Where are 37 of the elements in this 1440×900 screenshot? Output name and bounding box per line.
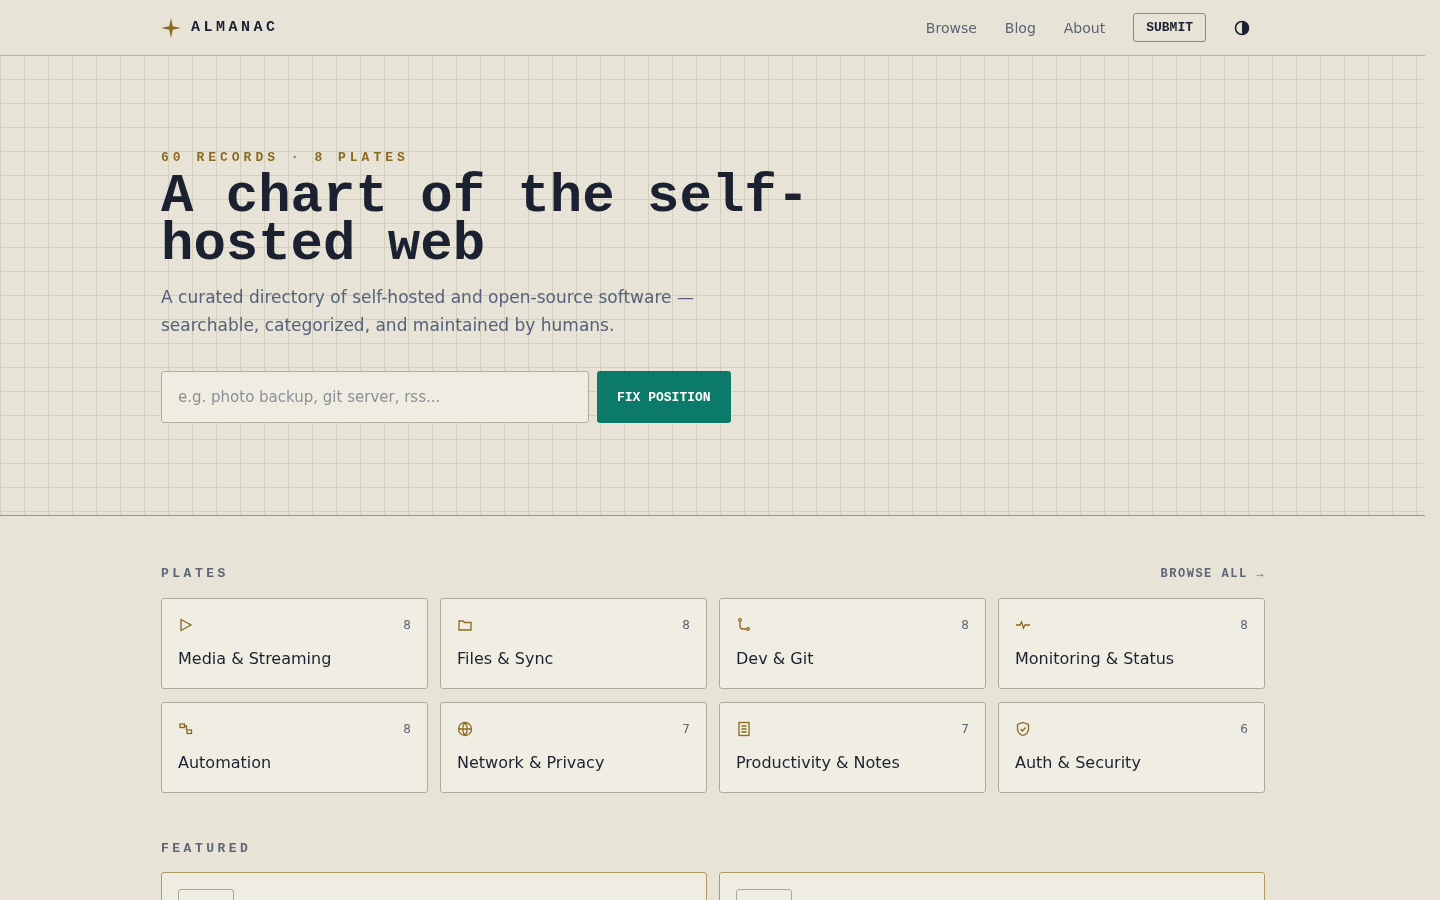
search-field[interactable]: e.g. photo backup, git server, rss...: [161, 371, 589, 423]
nav-link[interactable]: About: [1063, 19, 1106, 36]
category-name: Network & Privacy: [457, 753, 606, 772]
category-card[interactable]: 8 Dev & Git: [719, 598, 986, 689]
records-count: 60 RECORDS · 8 PLATES: [161, 150, 410, 165]
category-name: Files & Sync: [457, 649, 555, 668]
fix-position-button[interactable]: FIX POSITION: [597, 371, 731, 423]
item-count: 6: [1240, 722, 1248, 736]
brand-name: ALMANAC: [191, 19, 279, 36]
item-count: 8: [961, 618, 969, 632]
category-name: Productivity & Notes: [736, 753, 901, 772]
category-name: Monitoring & Status: [1015, 649, 1176, 668]
nav-link[interactable]: Blog: [1004, 19, 1036, 36]
category-name: Dev & Git: [736, 649, 815, 668]
hero-description: A curated directory of self-hosted and open-source software — searchable, categorized, and maintained by humans.: [161, 286, 695, 337]
category-card[interactable]: 8 Automation: [161, 702, 428, 793]
section-heading: FEATURED: [161, 841, 253, 856]
nav-link[interactable]: Browse: [925, 19, 977, 36]
category-card[interactable]: 7 Productivity & Notes: [719, 702, 986, 793]
submit-button[interactable]: SUBMIT: [1133, 13, 1206, 42]
category-card[interactable]: 6 Auth & Security: [998, 702, 1265, 793]
item-count: 7: [961, 722, 969, 736]
hero-title: A chart of the self-hosted web: [161, 173, 811, 269]
category-card[interactable]: 8 Monitoring & Status: [998, 598, 1265, 689]
browse-all-link[interactable]: BROWSE ALL →: [1160, 566, 1265, 581]
item-count: 8: [1240, 618, 1248, 632]
item-count: 7: [682, 722, 690, 736]
category-card[interactable]: 8 Media & Streaming: [161, 598, 428, 689]
category-name: Auth & Security: [1015, 753, 1142, 772]
category-name: Media & Streaming: [178, 649, 333, 668]
category-card[interactable]: 8 Files & Sync: [440, 598, 707, 689]
item-count: 8: [682, 618, 690, 632]
category-name: Automation: [178, 753, 273, 772]
section-heading: PLATES: [161, 566, 229, 581]
item-count: 8: [403, 618, 411, 632]
item-count: 8: [403, 722, 411, 736]
category-card[interactable]: 7 Network & Privacy: [440, 702, 707, 793]
